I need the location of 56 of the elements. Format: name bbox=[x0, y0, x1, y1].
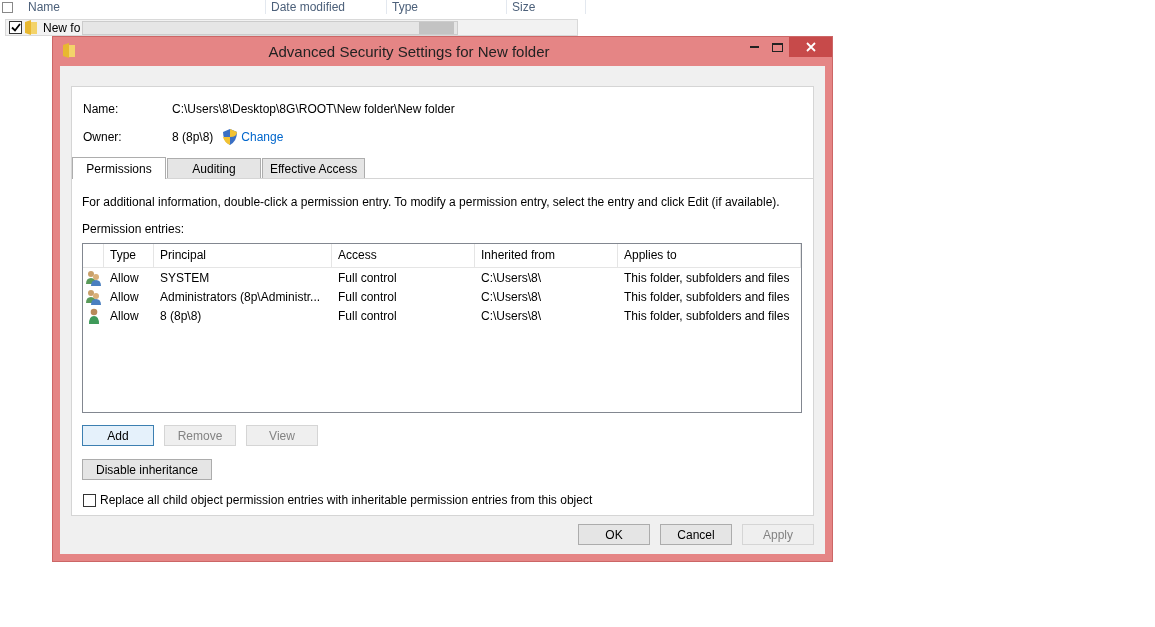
table-cell-text: Allow bbox=[109, 308, 140, 323]
change-link[interactable]: Change bbox=[241, 130, 284, 144]
table-cell-text: C:\Users\8\ bbox=[480, 308, 542, 323]
window-title: Advanced Security Settings for New folder bbox=[267, 43, 551, 60]
close-button[interactable] bbox=[789, 37, 832, 57]
column-header[interactable]: Applies to bbox=[618, 244, 801, 267]
column-header[interactable]: Inherited from bbox=[475, 244, 618, 267]
minimize-icon bbox=[750, 46, 759, 48]
column-header[interactable]: Access bbox=[332, 244, 475, 267]
users-icon bbox=[85, 288, 102, 305]
folder-icon bbox=[63, 42, 75, 58]
column-header[interactable]: Name bbox=[23, 0, 266, 14]
table-cell-text: This folder, subfolders and files bbox=[623, 289, 791, 304]
checkbox-label: Replace all child object permission entries with inheritable permission entries from this object bbox=[100, 493, 593, 507]
column-header[interactable]: Size bbox=[507, 0, 586, 14]
section-label: Permission entries: bbox=[82, 222, 186, 236]
table-cell-text: Full control bbox=[337, 270, 398, 285]
column-header[interactable]: Type bbox=[387, 0, 507, 14]
rename-field[interactable] bbox=[82, 20, 459, 35]
object-path: C:\Users\8\Desktop\8G\ROOT\New folder\New folder bbox=[172, 102, 455, 116]
tab[interactable]: Permissions bbox=[72, 157, 166, 179]
table-cell-text: Full control bbox=[337, 308, 398, 323]
table-cell-text: C:\Users\8\ bbox=[480, 270, 542, 285]
shield-icon bbox=[223, 129, 238, 145]
column-header[interactable]: Principal bbox=[154, 244, 332, 267]
tab[interactable]: Effective Access bbox=[262, 158, 366, 178]
field-label: Owner: bbox=[83, 130, 123, 144]
field-label: Name: bbox=[83, 102, 120, 116]
file-name: New fo bbox=[43, 20, 81, 35]
users-icon bbox=[85, 269, 102, 286]
tab[interactable]: Auditing bbox=[167, 158, 261, 178]
user-icon bbox=[87, 307, 100, 324]
owner-name: 8 (8p\8) bbox=[172, 130, 214, 144]
table-cell-text: 8 (8p\8) bbox=[159, 308, 203, 323]
table-cell-text: Allow bbox=[109, 270, 140, 285]
table-cell-text: C:\Users\8\ bbox=[480, 289, 542, 304]
maximize-icon bbox=[772, 42, 783, 52]
folder-icon bbox=[25, 20, 37, 35]
dialog-button[interactable]: Cancel bbox=[660, 524, 732, 545]
row-checkbox[interactable] bbox=[9, 21, 22, 34]
instruction-text: For additional information, double-click a permission entry. To modify a permission entry, select the entry and click Edit (if available). bbox=[82, 195, 781, 209]
select-all-checkbox[interactable] bbox=[2, 1, 13, 13]
close-icon bbox=[805, 42, 816, 52]
column-header[interactable]: Date modified bbox=[266, 0, 387, 14]
table-cell-text: Full control bbox=[337, 289, 398, 304]
dialog-button[interactable]: OK bbox=[578, 524, 650, 545]
table-cell-text: This folder, subfolders and files bbox=[623, 308, 791, 323]
replace-checkbox[interactable] bbox=[83, 493, 96, 507]
entry-button[interactable]: Add bbox=[82, 425, 154, 446]
file-row[interactable]: New fo bbox=[5, 19, 578, 36]
table-cell-text: This folder, subfolders and files bbox=[623, 270, 791, 285]
table-cell-text: Administrators (8p\Administr... bbox=[159, 289, 322, 304]
table-cell-text: Allow bbox=[109, 289, 140, 304]
disable-inheritance-button[interactable]: Disable inheritance bbox=[82, 459, 212, 480]
table-cell-text: SYSTEM bbox=[159, 270, 211, 285]
column-header[interactable]: Type bbox=[104, 244, 154, 267]
